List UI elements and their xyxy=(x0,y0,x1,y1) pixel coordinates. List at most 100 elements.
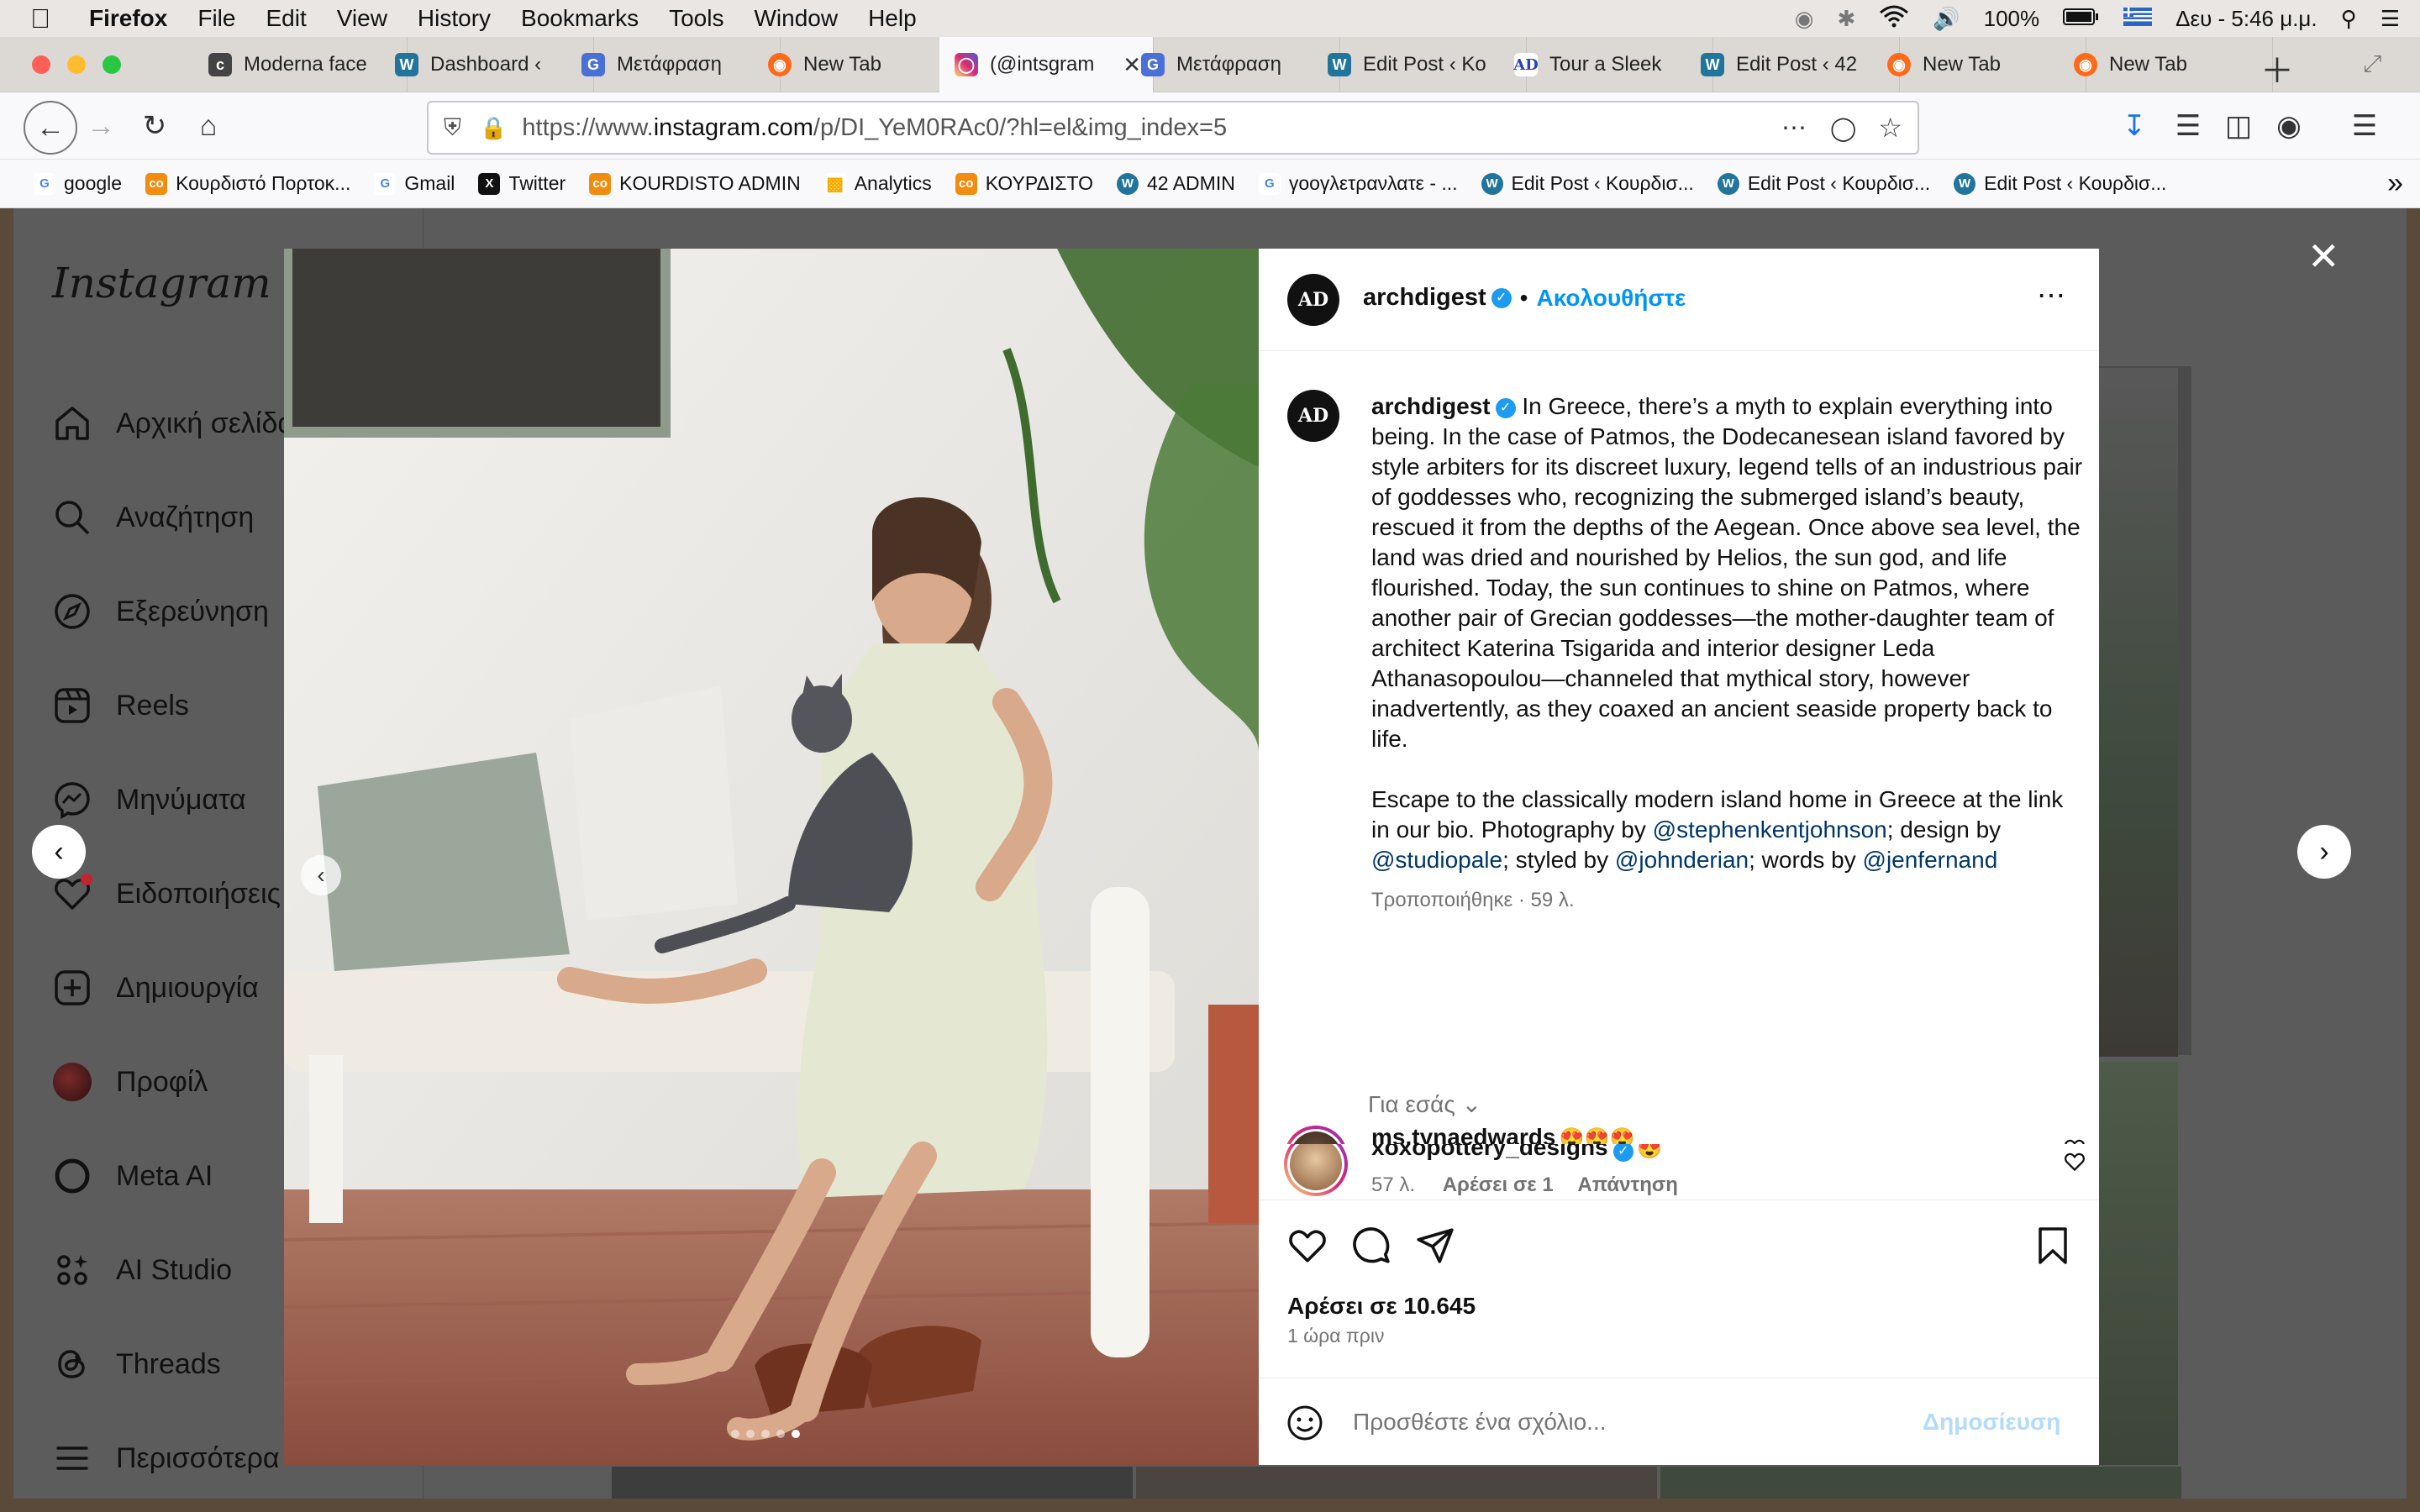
bookmark-kourdisto-portokali[interactable]: co Κουρδιστό Πορτοκ... xyxy=(145,172,350,195)
carousel-prev-button[interactable]: ‹ xyxy=(301,855,341,895)
emoji-smiley-icon[interactable] xyxy=(1286,1404,1324,1446)
tab-overflow-icon[interactable]: ⤢ xyxy=(2363,50,2381,78)
bookmark-kourdisto-admin[interactable]: co KOURDISTO ADMIN xyxy=(589,172,801,195)
mention-link[interactable]: @studiopale xyxy=(1371,847,1502,873)
nav-create[interactable]: Δημιουργία xyxy=(50,963,259,1013)
like-heart-icon[interactable] xyxy=(1287,1226,1328,1270)
spotlight-search-icon[interactable]: ⚲ xyxy=(2341,6,2357,32)
comment-like-heart-icon[interactable] xyxy=(2064,1137,2086,1144)
menu-edit[interactable]: Edit xyxy=(266,5,306,32)
bookmark-twitter[interactable]: X Twitter xyxy=(478,172,566,195)
comment-likes[interactable]: Αρέσει σε 1 xyxy=(1443,1173,1554,1196)
background-post-thumbnail[interactable] xyxy=(612,1467,1133,1499)
background-post-thumbnail[interactable] xyxy=(1136,1467,1657,1499)
clock[interactable]: Δευ - 5:46 μ.μ. xyxy=(2175,6,2317,32)
tab-dashboard[interactable]: W Dashboard ‹ xyxy=(380,37,594,92)
comment-avatar[interactable] xyxy=(1284,1126,1348,1144)
status-icon[interactable]: ◉ xyxy=(1795,6,1814,32)
library-icon[interactable]: ☰ xyxy=(2168,106,2208,146)
nav-search[interactable]: Αναζήτηση xyxy=(50,492,254,543)
menu-view[interactable]: View xyxy=(337,5,387,32)
nav-meta-ai[interactable]: Meta AI xyxy=(50,1151,213,1201)
home-icon[interactable]: ⌂ xyxy=(188,106,229,146)
comment-username[interactable]: ms.tynaedwards xyxy=(1371,1124,1555,1144)
bookmark-edit-post-3[interactable]: W Edit Post ‹ Κουρδισ... xyxy=(1954,172,2166,195)
menu-file[interactable]: File xyxy=(197,5,235,32)
nav-explore[interactable]: Εξερεύνηση xyxy=(50,586,269,637)
more-options-icon[interactable]: ⋯ xyxy=(2037,279,2065,312)
control-center-icon[interactable]: ☰ xyxy=(2381,6,2400,32)
battery-icon[interactable] xyxy=(2063,6,2100,32)
tab-new-1[interactable]: ◉ New Tab xyxy=(753,37,967,92)
likes-count[interactable]: Αρέσει σε 10.645 xyxy=(1287,1293,1476,1320)
window-close-button[interactable] xyxy=(32,55,50,74)
tab-new-2[interactable]: ◉ New Tab xyxy=(1872,37,2086,92)
wifi-icon[interactable] xyxy=(1879,4,1909,34)
bookmark-edit-post-1[interactable]: W Edit Post ‹ Κουρδισ... xyxy=(1481,172,1694,195)
next-post-button[interactable]: › xyxy=(2297,825,2351,879)
bookmark-edit-post-2[interactable]: W Edit Post ‹ Κουρδισ... xyxy=(1717,172,1930,195)
shield-icon[interactable]: ⛨ xyxy=(444,114,461,142)
url-text[interactable]: https://www.instagram.com/p/DI_YeM0RAc0/… xyxy=(522,114,1227,142)
hamburger-menu-icon[interactable]: ☰ xyxy=(2344,106,2385,146)
background-post-thumbnail[interactable] xyxy=(1660,1467,2181,1499)
instagram-logo[interactable]: Instagram xyxy=(52,259,271,307)
nav-profile[interactable]: Προφίλ xyxy=(50,1057,208,1107)
caption-author-avatar[interactable]: AD xyxy=(1287,390,1339,442)
tab-edit-post-2[interactable]: W Edit Post ‹ 42 xyxy=(1686,37,1900,92)
save-bookmark-icon[interactable] xyxy=(2033,1226,2072,1270)
comment-bubble-icon[interactable] xyxy=(1351,1226,1392,1270)
menu-bookmarks[interactable]: Bookmarks xyxy=(521,5,639,32)
bookmark-star-icon[interactable]: ☆ xyxy=(1878,112,1902,144)
sidebar-toggle-icon[interactable]: ◫ xyxy=(2218,106,2259,146)
window-zoom-button[interactable] xyxy=(103,55,121,74)
author-username[interactable]: archdigest xyxy=(1363,284,1486,312)
mention-link[interactable]: @stephenkentjohnson xyxy=(1653,816,1887,843)
menu-app-name[interactable]: Firefox xyxy=(89,5,167,32)
bookmark-google[interactable]: Ggoogle xyxy=(34,172,122,195)
new-tab-plus-icon[interactable]: ＋ xyxy=(2260,44,2294,92)
apple-icon[interactable]:  xyxy=(30,3,64,34)
bookmark-gmail[interactable]: G Gmail xyxy=(374,172,455,195)
tab-edit-post-1[interactable]: W Edit Post ‹ Ko xyxy=(1313,37,1527,92)
tab-instagram-active[interactable]: ◯ (@intsgram ✕ xyxy=(939,37,1154,92)
post-comment-button[interactable]: Δημοσίευση xyxy=(1923,1409,2060,1436)
nav-threads[interactable]: Threads xyxy=(50,1339,221,1389)
back-arrow-icon[interactable]: ← xyxy=(24,101,77,155)
bookmark-kourdisto[interactable]: co ΚΟΥΡΔΙΣΤΟ xyxy=(955,172,1093,195)
volume-icon[interactable]: 🔊 xyxy=(1933,6,1960,32)
background-post-thumbnail[interactable] xyxy=(2099,1062,2178,1465)
mention-link[interactable]: @johnderian xyxy=(1615,847,1749,873)
pocket-icon[interactable]: ◯ xyxy=(1830,114,1856,142)
post-time[interactable]: 1 ώρα πριν xyxy=(1287,1325,1384,1347)
tab-tour-sleek[interactable]: AD Tour a Sleek xyxy=(1499,37,1713,92)
background-post-thumbnail[interactable] xyxy=(2099,368,2178,1057)
bookmarks-overflow-icon[interactable]: » xyxy=(2387,167,2403,200)
greek-flag-icon[interactable] xyxy=(2123,6,2153,32)
bookmark-analytics[interactable]: ▩ Analytics xyxy=(823,172,932,195)
nav-messages[interactable]: Μηνύματα xyxy=(50,774,246,825)
author-avatar[interactable]: AD xyxy=(1287,274,1339,326)
post-photo[interactable]: ‹ xyxy=(284,249,1259,1465)
nav-more[interactable]: Περισσότερα xyxy=(50,1433,280,1483)
window-minimize-button[interactable] xyxy=(67,55,86,74)
account-icon[interactable]: ◉ xyxy=(2269,106,2309,146)
tab-translate-2[interactable]: G Μετάφραση xyxy=(1126,37,1340,92)
comment-reply-button[interactable]: Απάντηση xyxy=(1577,1173,1678,1196)
lock-icon[interactable]: 🔒 xyxy=(480,115,507,141)
comment-like-heart-icon[interactable] xyxy=(2064,1151,2086,1177)
share-send-icon[interactable] xyxy=(1415,1226,1455,1270)
previous-post-button[interactable]: ‹ xyxy=(32,825,86,879)
bookmark-42-admin[interactable]: W 42 ADMIN xyxy=(1117,172,1235,195)
tab-new-3[interactable]: ◉ New Tab xyxy=(2059,37,2273,92)
menu-help[interactable]: Help xyxy=(868,5,917,32)
menu-history[interactable]: History xyxy=(418,5,491,32)
comment-input[interactable] xyxy=(1351,1400,1939,1444)
menu-window[interactable]: Window xyxy=(754,5,838,32)
caption-author-username[interactable]: archdigest xyxy=(1371,393,1491,419)
forward-arrow-icon[interactable]: → xyxy=(81,106,121,146)
nav-notifications[interactable]: Ειδοποιήσεις xyxy=(50,869,281,919)
comment-time[interactable]: 57 λ. xyxy=(1371,1173,1415,1196)
nav-home[interactable]: Αρχική σελίδα xyxy=(50,398,294,449)
bluetooth-icon[interactable]: ✱ xyxy=(1837,6,1855,32)
